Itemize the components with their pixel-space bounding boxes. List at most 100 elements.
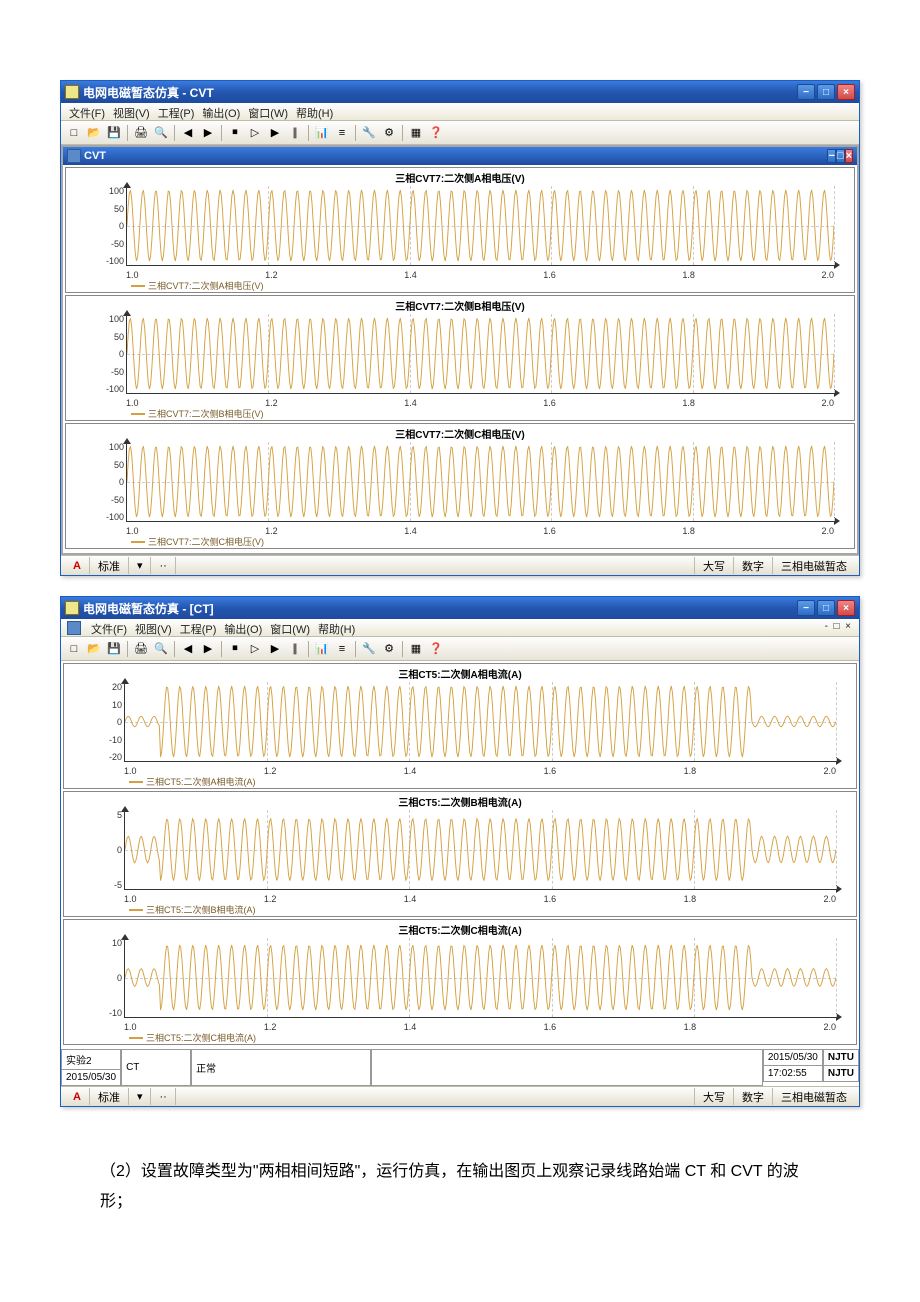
menu-window[interactable]: 窗口(W) [268, 621, 312, 634]
chart-title: 三相CT5:二次侧A相电流(A) [64, 664, 856, 681]
menu-output[interactable]: 输出(O) [200, 105, 242, 118]
toolbar-button[interactable]: ❓ [427, 124, 445, 142]
window-title: 电网电磁暂态仿真 - [CT] [83, 600, 214, 617]
toolbar-button[interactable]: □ [65, 124, 83, 142]
child-maximize-button[interactable]: □ [836, 149, 845, 163]
menu-help[interactable]: 帮助(H) [316, 621, 357, 634]
toolbar-button[interactable]: 📊 [313, 124, 331, 142]
toolbar: □📂💾🖨🔍◀▶⏹▷▶∥📊≡🔧⚙▦❓ [61, 637, 859, 661]
close-button[interactable]: × [837, 84, 855, 100]
toolbar-button[interactable]: ⏹ [226, 640, 244, 658]
chart-legend: 三相CVT7:二次侧A相电压(V) [131, 279, 264, 292]
mdi-child-cvt: CVT − □ × 三相CVT7:二次侧A相电压(V)100500-50-100… [63, 147, 857, 553]
toolbar-button[interactable]: 🖨 [132, 640, 150, 658]
toolbar-button[interactable]: ▶ [266, 640, 284, 658]
status-bar: A 标准 ▾ ·· 大写 数字 三相电磁暂态 [61, 555, 859, 575]
chart-legend: 三相CVT7:二次侧B相电压(V) [131, 407, 264, 420]
mdi-restore-button[interactable]: - □ × [823, 621, 853, 634]
info-device: CT [121, 1050, 191, 1086]
status-btn1[interactable]: ▾ [128, 557, 151, 574]
child-minimize-button[interactable]: − [827, 149, 835, 163]
app-icon [65, 85, 79, 99]
toolbar-button[interactable]: □ [65, 640, 83, 658]
toolbar-button[interactable]: ∥ [286, 640, 304, 658]
child-close-button[interactable]: × [845, 149, 853, 163]
info-table: 实验2 2015/05/30 CT 正常 2015/05/30 17:02:55… [61, 1049, 859, 1086]
toolbar-button[interactable]: ▶ [199, 124, 217, 142]
status-mode-label: 三相电磁暂态 [772, 557, 855, 574]
child-title-bar[interactable]: CVT − □ × [63, 147, 857, 165]
toolbar-button[interactable]: ≡ [333, 124, 351, 142]
chart-panel[interactable]: 三相CVT7:二次侧A相电压(V)100500-50-1001.01.21.41… [65, 167, 855, 293]
app-icon [65, 601, 79, 615]
status-btn2[interactable]: ·· [150, 557, 174, 574]
chart-title: 三相CVT7:二次侧C相电压(V) [66, 424, 854, 441]
mdi-icon [67, 149, 81, 163]
toolbar-button[interactable]: ❓ [427, 640, 445, 658]
menu-output[interactable]: 输出(O) [222, 621, 264, 634]
title-bar[interactable]: 电网电磁暂态仿真 - [CT] − □ × [61, 597, 859, 619]
menu-window[interactable]: 窗口(W) [246, 105, 290, 118]
mdi-child-icon[interactable] [67, 621, 81, 635]
toolbar-button[interactable]: 📂 [85, 124, 103, 142]
chart-panel[interactable]: 三相CVT7:二次侧C相电压(V)100500-50-1001.01.21.41… [65, 423, 855, 549]
toolbar-button[interactable]: ∥ [286, 124, 304, 142]
toolbar-button[interactable]: ◀ [179, 124, 197, 142]
status-mode: 标准 [89, 557, 128, 574]
minimize-button[interactable]: − [797, 600, 815, 616]
toolbar-button[interactable]: ◀ [179, 640, 197, 658]
menu-file[interactable]: 文件(F) [89, 621, 129, 634]
info-state: 正常 [191, 1050, 371, 1086]
toolbar-button[interactable]: ≡ [333, 640, 351, 658]
toolbar-button[interactable]: 🔧 [360, 640, 378, 658]
child-window-title: CVT [84, 150, 106, 162]
toolbar-button[interactable]: 🔍 [152, 640, 170, 658]
minimize-button[interactable]: − [797, 84, 815, 100]
toolbar-button[interactable]: 💾 [105, 640, 123, 658]
info-date: 2015/05/30 [61, 1070, 121, 1086]
toolbar-button[interactable]: 🔧 [360, 124, 378, 142]
toolbar-button[interactable]: ▦ [407, 640, 425, 658]
toolbar-button[interactable]: ▶ [199, 640, 217, 658]
toolbar-button[interactable]: ⚙ [380, 640, 398, 658]
menu-help[interactable]: 帮助(H) [294, 105, 335, 118]
maximize-button[interactable]: □ [817, 600, 835, 616]
chart-panel[interactable]: 三相CVT7:二次侧B相电压(V)100500-50-1001.01.21.41… [65, 295, 855, 421]
status-caps: 大写 [694, 557, 733, 574]
menu-project[interactable]: 工程(P) [156, 105, 197, 118]
status-mode-indicator: A [65, 557, 89, 574]
chart-panel[interactable]: 三相CT5:二次侧A相电流(A)20100-10-201.01.21.41.61… [63, 663, 857, 789]
toolbar-button[interactable]: ▶ [266, 124, 284, 142]
toolbar-button[interactable]: ▷ [246, 640, 264, 658]
menu-view[interactable]: 视图(V) [111, 105, 152, 118]
toolbar-button[interactable]: 🖨 [132, 124, 150, 142]
toolbar-button[interactable]: 📂 [85, 640, 103, 658]
menu-file[interactable]: 文件(F) [67, 105, 107, 118]
chart-legend: 三相CT5:二次侧B相电流(A) [129, 903, 256, 916]
menu-bar: 文件(F) 视图(V) 工程(P) 输出(O) 窗口(W) 帮助(H) - □ … [61, 619, 859, 637]
close-button[interactable]: × [837, 600, 855, 616]
status-mode-label: 三相电磁暂态 [772, 1088, 855, 1105]
toolbar-button[interactable]: 📊 [313, 640, 331, 658]
toolbar-button[interactable]: ▷ [246, 124, 264, 142]
menu-view[interactable]: 视图(V) [133, 621, 174, 634]
title-bar[interactable]: 电网电磁暂态仿真 - CVT − □ × [61, 81, 859, 103]
chart-panel[interactable]: 三相CT5:二次侧B相电流(A)50-51.01.21.41.61.82.0三相… [63, 791, 857, 917]
info-experiment: 实验2 [61, 1050, 121, 1070]
toolbar-button[interactable]: ⏹ [226, 124, 244, 142]
toolbar-button[interactable]: 🔍 [152, 124, 170, 142]
info-org-1: NJTU [823, 1050, 859, 1066]
chart-legend: 三相CT5:二次侧C相电流(A) [129, 1031, 256, 1044]
menu-project[interactable]: 工程(P) [178, 621, 219, 634]
status-btn1[interactable]: ▾ [128, 1088, 151, 1105]
toolbar-button[interactable]: ▦ [407, 124, 425, 142]
maximize-button[interactable]: □ [817, 84, 835, 100]
toolbar-button[interactable]: 💾 [105, 124, 123, 142]
chart-title: 三相CVT7:二次侧A相电压(V) [66, 168, 854, 185]
toolbar-button[interactable]: ⚙ [380, 124, 398, 142]
status-caps: 大写 [694, 1088, 733, 1105]
status-btn2[interactable]: ·· [150, 1088, 174, 1105]
info-timestamp-time: 17:02:55 [763, 1066, 823, 1082]
info-timestamp-date: 2015/05/30 [763, 1050, 823, 1066]
chart-panel[interactable]: 三相CT5:二次侧C相电流(A)100-101.01.21.41.61.82.0… [63, 919, 857, 1045]
